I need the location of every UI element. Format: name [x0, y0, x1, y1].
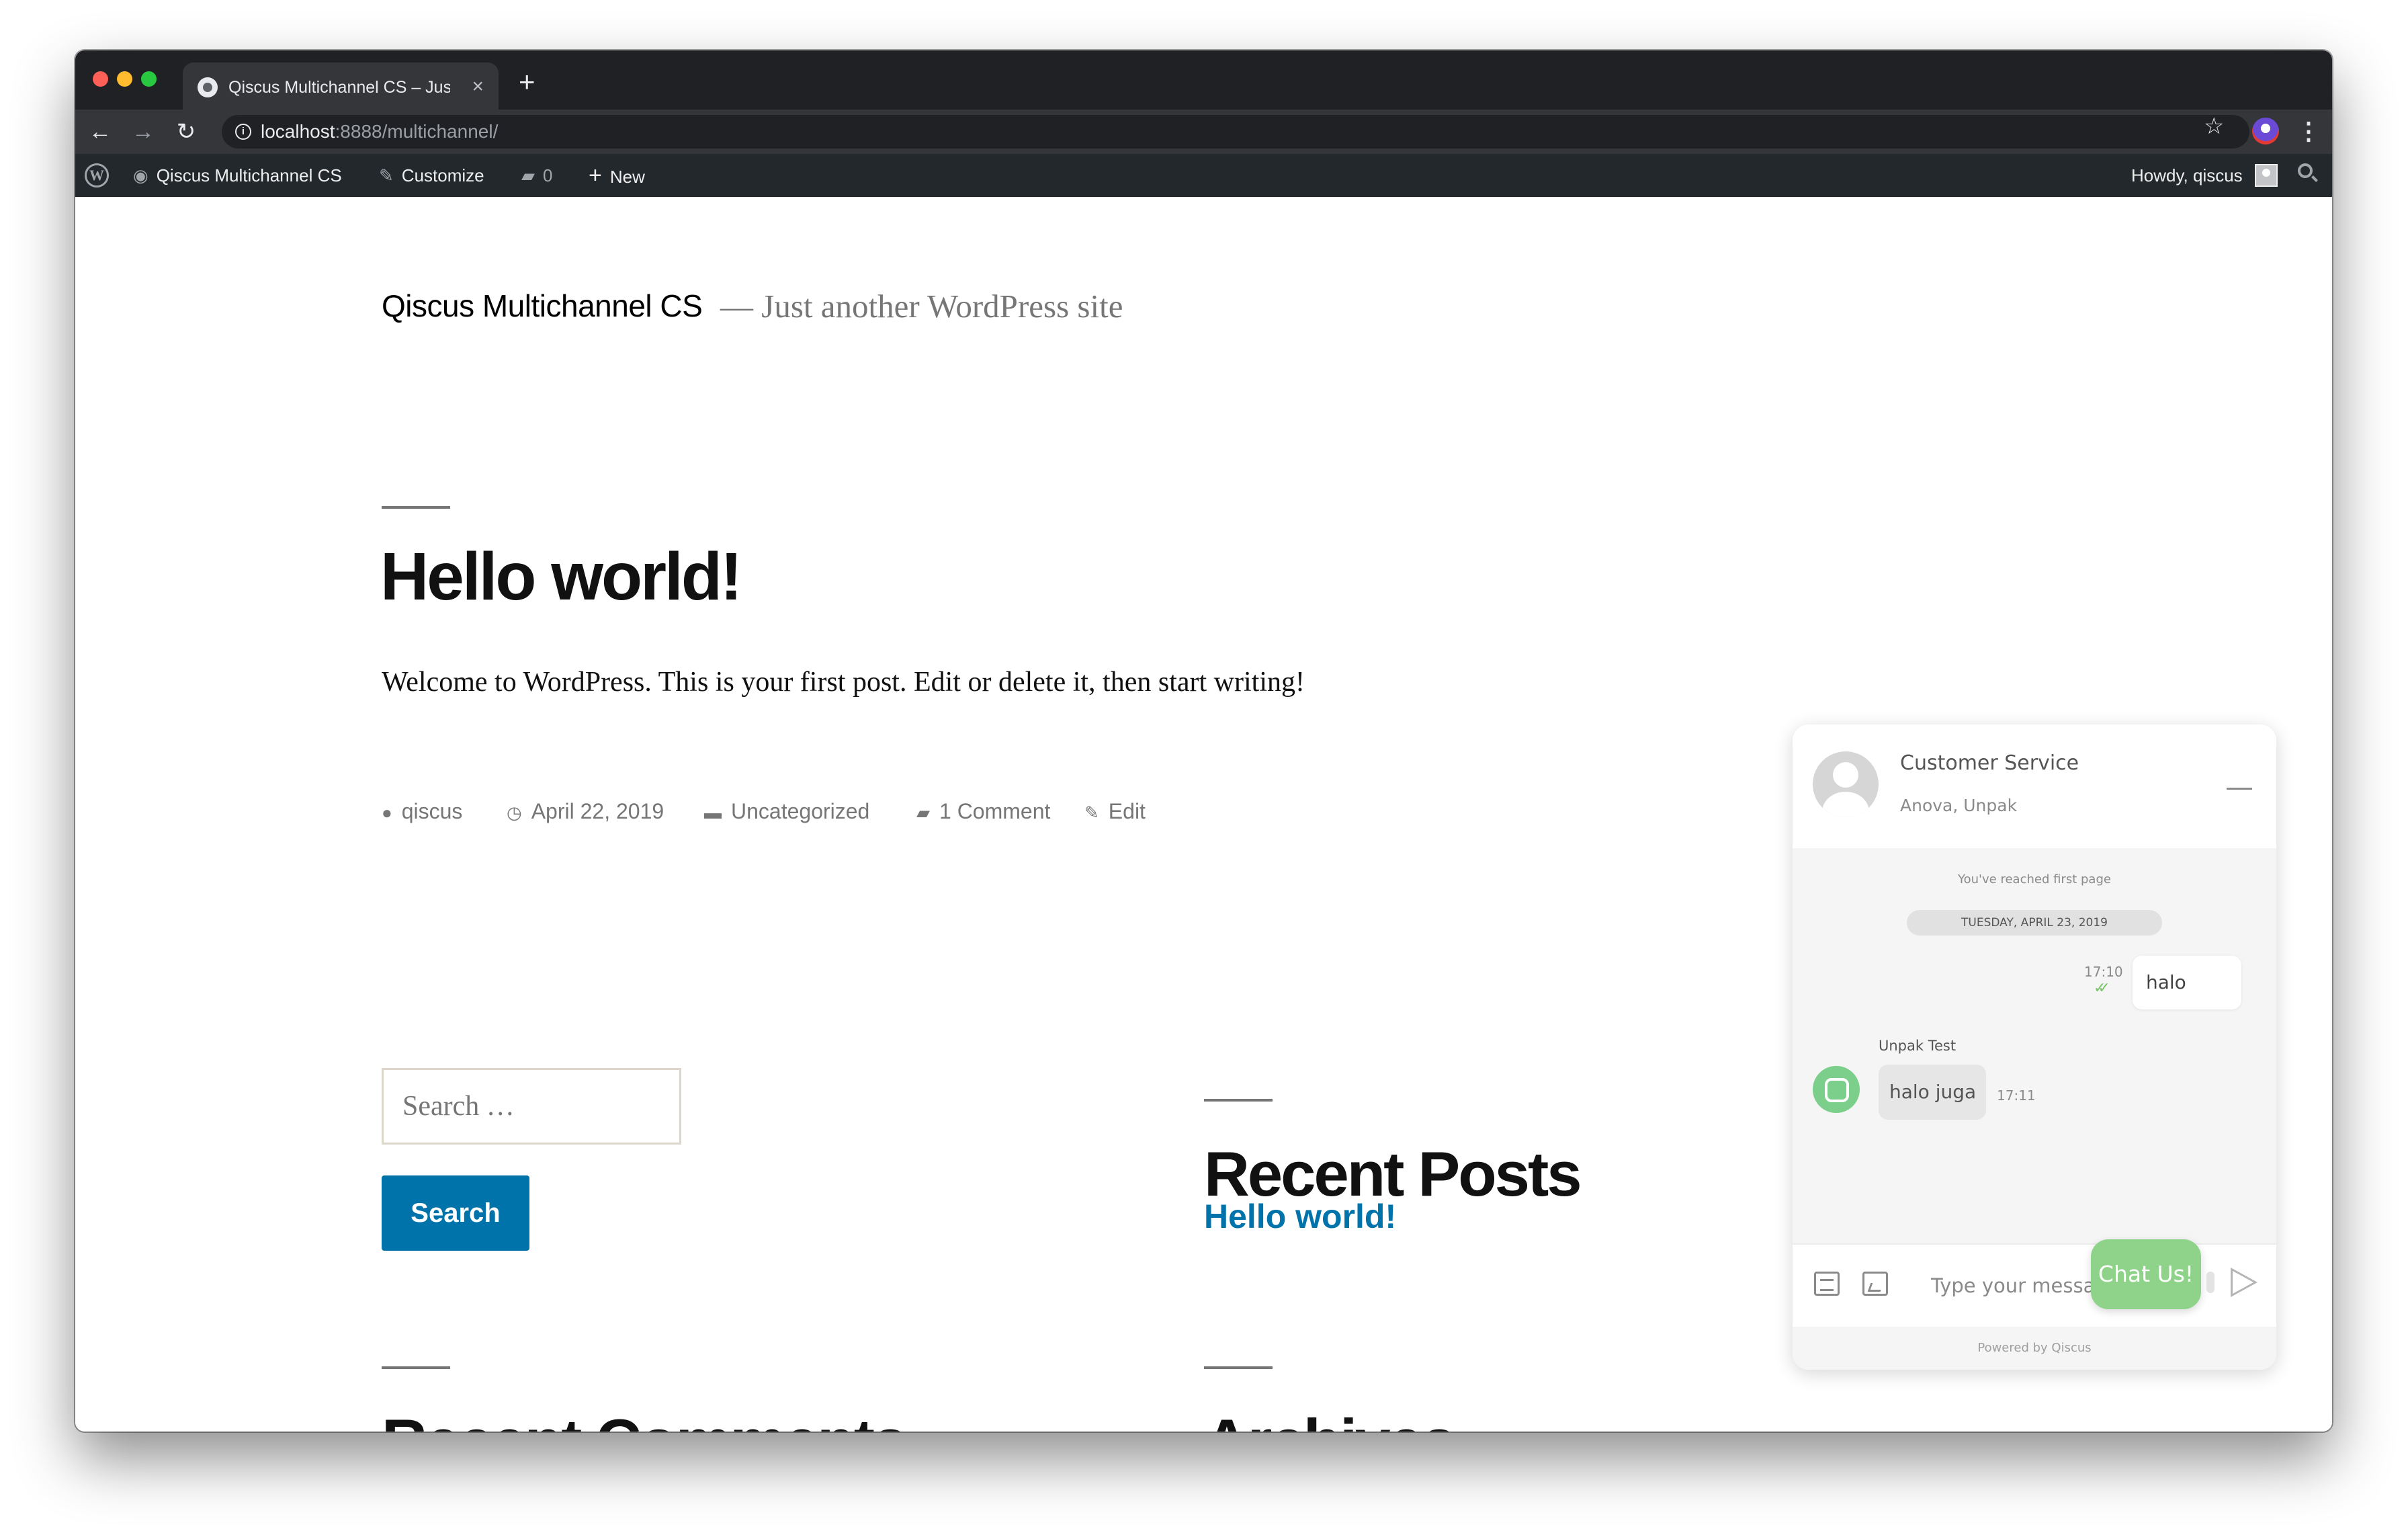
admin-site-name[interactable]: ◉ Qiscus Multichannel CS: [133, 154, 342, 197]
site-info-icon[interactable]: i: [235, 124, 251, 140]
pencil-icon: ✎: [1084, 802, 1099, 823]
sender-avatar: [1813, 1066, 1860, 1113]
post-title[interactable]: Hello world!: [380, 538, 742, 616]
agent-subtitle: Anova, Unpak: [1900, 796, 2018, 815]
input-scroll-indicator: [2206, 1272, 2214, 1293]
folder-icon: ▬: [704, 802, 722, 823]
browser-toolbar: ← → ↻ i localhost:8888/multichannel/ ☆ ⋮: [75, 110, 2332, 154]
wp-admin-bar: W ◉ Qiscus Multichannel CS ✎ Customize ▰ 0 …: [75, 154, 2332, 197]
wordpress-logo-icon[interactable]: W: [85, 163, 109, 188]
clock-icon: ◷: [507, 802, 522, 823]
chat-composer: Type your message: [1793, 1243, 2276, 1328]
agent-avatar: [1813, 751, 1879, 817]
site-description: — Just another WordPress site: [720, 288, 1123, 325]
widget-separator: [1204, 1366, 1273, 1369]
first-page-notice: You've reached first page: [1958, 872, 2111, 886]
close-window-button[interactable]: [93, 71, 108, 87]
attach-image-icon[interactable]: [1862, 1272, 1888, 1296]
new-tab-button[interactable]: +: [519, 68, 535, 96]
post-body: Welcome to WordPress. This is your first…: [382, 667, 1305, 698]
tab-title: Qiscus Multichannel CS – Just another Wo…: [228, 78, 450, 97]
agent-name: Customer Service: [1900, 751, 2079, 775]
browser-window: Qiscus Multichannel CS – Just another Wo…: [75, 50, 2332, 1432]
admin-new[interactable]: + New: [589, 154, 645, 197]
meta-category[interactable]: ▬ Uncategorized: [704, 799, 869, 824]
send-icon[interactable]: [2231, 1268, 2258, 1297]
chat-header: Customer Service Anova, Unpak: [1793, 725, 2276, 848]
powered-by: Powered by Qiscus: [1793, 1327, 2276, 1370]
browser-tab[interactable]: Qiscus Multichannel CS – Just another Wo…: [183, 63, 499, 110]
chat-widget: Customer Service Anova, Unpak You've rea…: [1793, 725, 2276, 1370]
plus-icon: +: [589, 163, 602, 188]
post-separator: [382, 506, 450, 509]
address-bar[interactable]: i localhost:8888/multichannel/: [222, 115, 2249, 149]
tab-strip: Qiscus Multichannel CS – Just another Wo…: [75, 50, 2332, 110]
archives-title: Archives: [1204, 1405, 1457, 1432]
dashboard-icon: ◉: [133, 165, 148, 185]
comment-bubble-icon: ▰: [521, 165, 535, 185]
close-tab-icon[interactable]: ×: [472, 73, 484, 100]
admin-search-icon[interactable]: [2298, 163, 2313, 178]
incoming-sender: Unpak Test: [1879, 1038, 1956, 1054]
incoming-message: halo juga: [1879, 1065, 1986, 1120]
url-text[interactable]: localhost:8888/multichannel/: [261, 120, 498, 143]
comment-icon: ▰: [916, 802, 930, 823]
browser-menu-icon[interactable]: ⋮: [2296, 116, 2321, 146]
extension-icon[interactable]: [2252, 118, 2279, 144]
maximize-window-button[interactable]: [141, 71, 157, 87]
chat-messages[interactable]: You've reached first page TUESDAY, APRIL…: [1793, 848, 2276, 1243]
recent-post-link[interactable]: Hello world!: [1204, 1197, 1396, 1236]
user-avatar[interactable]: [2255, 164, 2278, 187]
back-arrow-icon[interactable]: ←: [86, 118, 114, 146]
window-controls: [93, 71, 157, 87]
date-separator: TUESDAY, APRIL 23, 2019: [1907, 910, 2162, 936]
outgoing-time: 17:10: [2084, 964, 2123, 980]
brush-icon: ✎: [379, 165, 394, 185]
wordpress-favicon-icon: [198, 77, 218, 97]
widget-separator: [382, 1366, 450, 1369]
meta-comments[interactable]: ▰ 1 Comment: [916, 799, 1050, 824]
read-receipt-icon: ✓✓: [2094, 980, 2110, 997]
search-input[interactable]: Search …: [382, 1068, 681, 1145]
attach-document-icon[interactable]: [1814, 1272, 1840, 1296]
site-title[interactable]: Qiscus Multichannel CS: [382, 288, 703, 324]
search-button[interactable]: Search: [382, 1175, 529, 1251]
reload-icon[interactable]: ↻: [172, 118, 200, 146]
admin-comments[interactable]: ▰ 0: [521, 154, 552, 197]
widget-separator: [1204, 1099, 1273, 1102]
page-content: Qiscus Multichannel CS — Just another Wo…: [75, 197, 2332, 1432]
forward-arrow-icon[interactable]: →: [129, 118, 157, 146]
meta-date[interactable]: ◷ April 22, 2019: [507, 799, 664, 824]
meta-edit[interactable]: ✎ Edit: [1084, 799, 1146, 824]
user-icon: ●: [382, 802, 392, 823]
meta-author[interactable]: ● qiscus: [382, 799, 462, 824]
minimize-window-button[interactable]: [117, 71, 132, 87]
minimize-icon[interactable]: [2227, 788, 2252, 790]
incoming-time: 17:11: [1997, 1087, 2036, 1104]
admin-customize[interactable]: ✎ Customize: [379, 154, 484, 197]
admin-account[interactable]: Howdy, qiscus: [2131, 154, 2243, 197]
chat-launcher-button[interactable]: Chat Us!: [2091, 1239, 2201, 1309]
recent-comments-title: Recent Comments: [382, 1405, 908, 1432]
outgoing-message: halo: [2133, 956, 2241, 1009]
